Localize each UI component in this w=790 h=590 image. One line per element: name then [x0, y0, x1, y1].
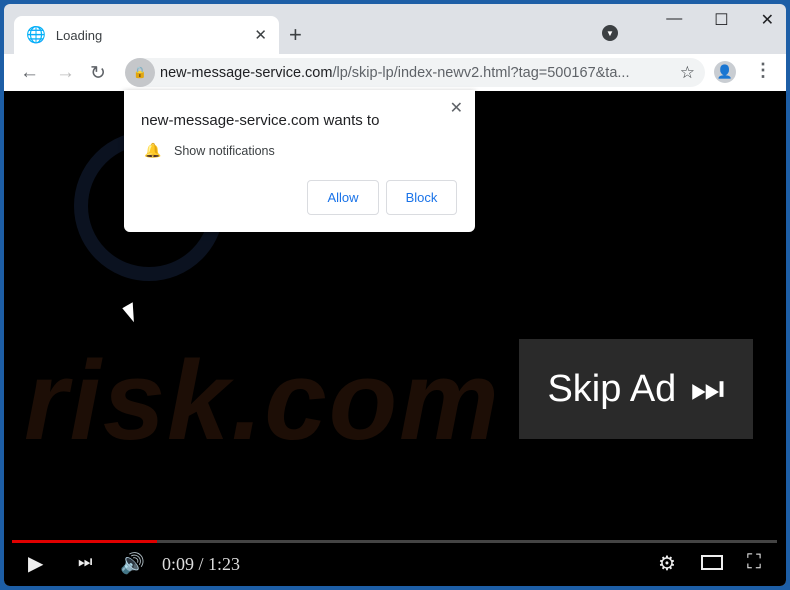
- block-button[interactable]: Block: [386, 180, 457, 215]
- tab-title: Loading: [55, 27, 103, 43]
- url-domain: new-message-service.com: [160, 64, 333, 81]
- maximize-button[interactable]: ☐: [714, 10, 728, 30]
- url-text[interactable]: new-message-service.com/lp/skip-lp/index…: [160, 65, 680, 81]
- popup-message: Show notifications: [174, 144, 275, 158]
- theater-mode-icon[interactable]: [701, 555, 723, 570]
- minimize-button[interactable]: —: [666, 10, 682, 30]
- time-display: 0:09 / 1:23: [162, 554, 241, 574]
- settings-gear-icon[interactable]: ⚙: [658, 551, 676, 576]
- progress-fill: [12, 540, 158, 543]
- browser-tab[interactable]: 🌐 Loading ✕: [14, 16, 279, 54]
- volume-icon[interactable]: 🔊: [120, 551, 145, 576]
- progress-bar[interactable]: [12, 540, 777, 543]
- skip-next-icon: ⏭: [690, 367, 725, 410]
- watermark: risk.com: [24, 338, 501, 463]
- reload-button[interactable]: ↻: [90, 62, 106, 85]
- next-icon[interactable]: ⏭: [78, 554, 92, 572]
- menu-kebab-icon[interactable]: ⋮: [754, 60, 772, 81]
- forward-button[interactable]: →: [56, 62, 75, 84]
- new-tab-button[interactable]: +: [289, 22, 302, 48]
- address-bar[interactable]: 🔒 new-message-service.com/lp/skip-lp/ind…: [125, 58, 705, 87]
- popup-close-icon[interactable]: ✕: [450, 98, 463, 118]
- notification-permission-popup: new-message-service.com wants to ✕ 🔔 Sho…: [124, 90, 475, 232]
- allow-button[interactable]: Allow: [307, 180, 379, 215]
- browser-window: 🌐 Loading ✕ + ▼ — ☐ ✕ ← → ↻ 🔒 new-messag…: [4, 4, 786, 586]
- toolbar: ← → ↻ 🔒 new-message-service.com/lp/skip-…: [4, 54, 786, 91]
- back-button[interactable]: ←: [20, 62, 39, 84]
- url-path: /lp/skip-lp/index-newv2.html?tag=500167&…: [332, 64, 630, 81]
- tab-close-icon[interactable]: ✕: [254, 26, 267, 44]
- bookmark-star-icon[interactable]: ☆: [680, 63, 695, 83]
- mouse-cursor: [122, 302, 142, 324]
- profile-avatar[interactable]: 👤: [714, 61, 736, 83]
- skip-ad-label: Skip Ad: [547, 367, 677, 410]
- profile-indicator-icon[interactable]: ▼: [602, 25, 618, 41]
- play-icon[interactable]: ▶: [28, 551, 43, 576]
- window-controls: — ☐ ✕: [666, 10, 774, 30]
- popup-title: new-message-service.com wants to: [141, 112, 380, 129]
- globe-icon: 🌐: [26, 27, 46, 44]
- bell-icon: 🔔: [144, 142, 162, 158]
- close-window-button[interactable]: ✕: [761, 10, 774, 30]
- skip-ad-button[interactable]: Skip Ad ⏭: [519, 339, 753, 439]
- lock-icon[interactable]: 🔒: [125, 58, 155, 87]
- fullscreen-icon[interactable]: ⛶: [747, 551, 761, 574]
